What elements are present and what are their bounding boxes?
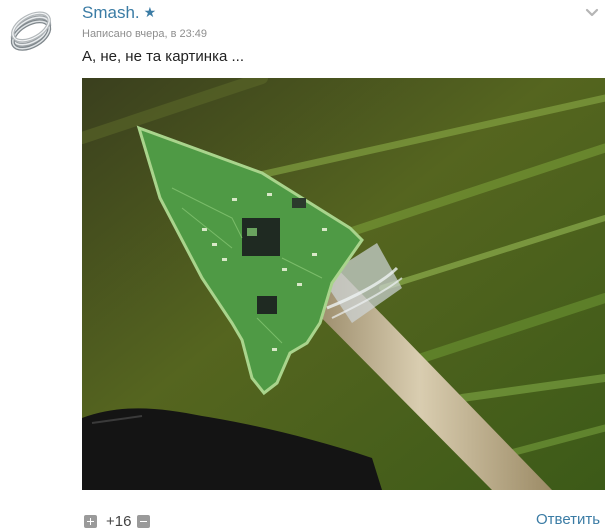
avatar[interactable]	[6, 6, 56, 56]
author-name: Smash.	[82, 3, 140, 22]
vote-controls: +16	[84, 512, 151, 530]
upvote-button[interactable]	[84, 514, 97, 528]
post-text: А, не, не та картинка ...	[82, 48, 244, 65]
author-name-link[interactable]: Smash. ★	[82, 3, 156, 23]
reply-link[interactable]: Ответить	[536, 511, 600, 528]
vote-score: +16	[106, 512, 132, 530]
post-timestamp: Написано вчера, в 23:49	[82, 28, 208, 40]
star-icon: ★	[143, 4, 157, 20]
circuit-board-arrowhead-photo-icon	[76, 72, 610, 490]
chevron-down-icon[interactable]	[585, 8, 599, 18]
rings-icon	[10, 11, 52, 51]
downvote-button[interactable]	[137, 514, 151, 528]
post-image[interactable]	[76, 72, 610, 490]
